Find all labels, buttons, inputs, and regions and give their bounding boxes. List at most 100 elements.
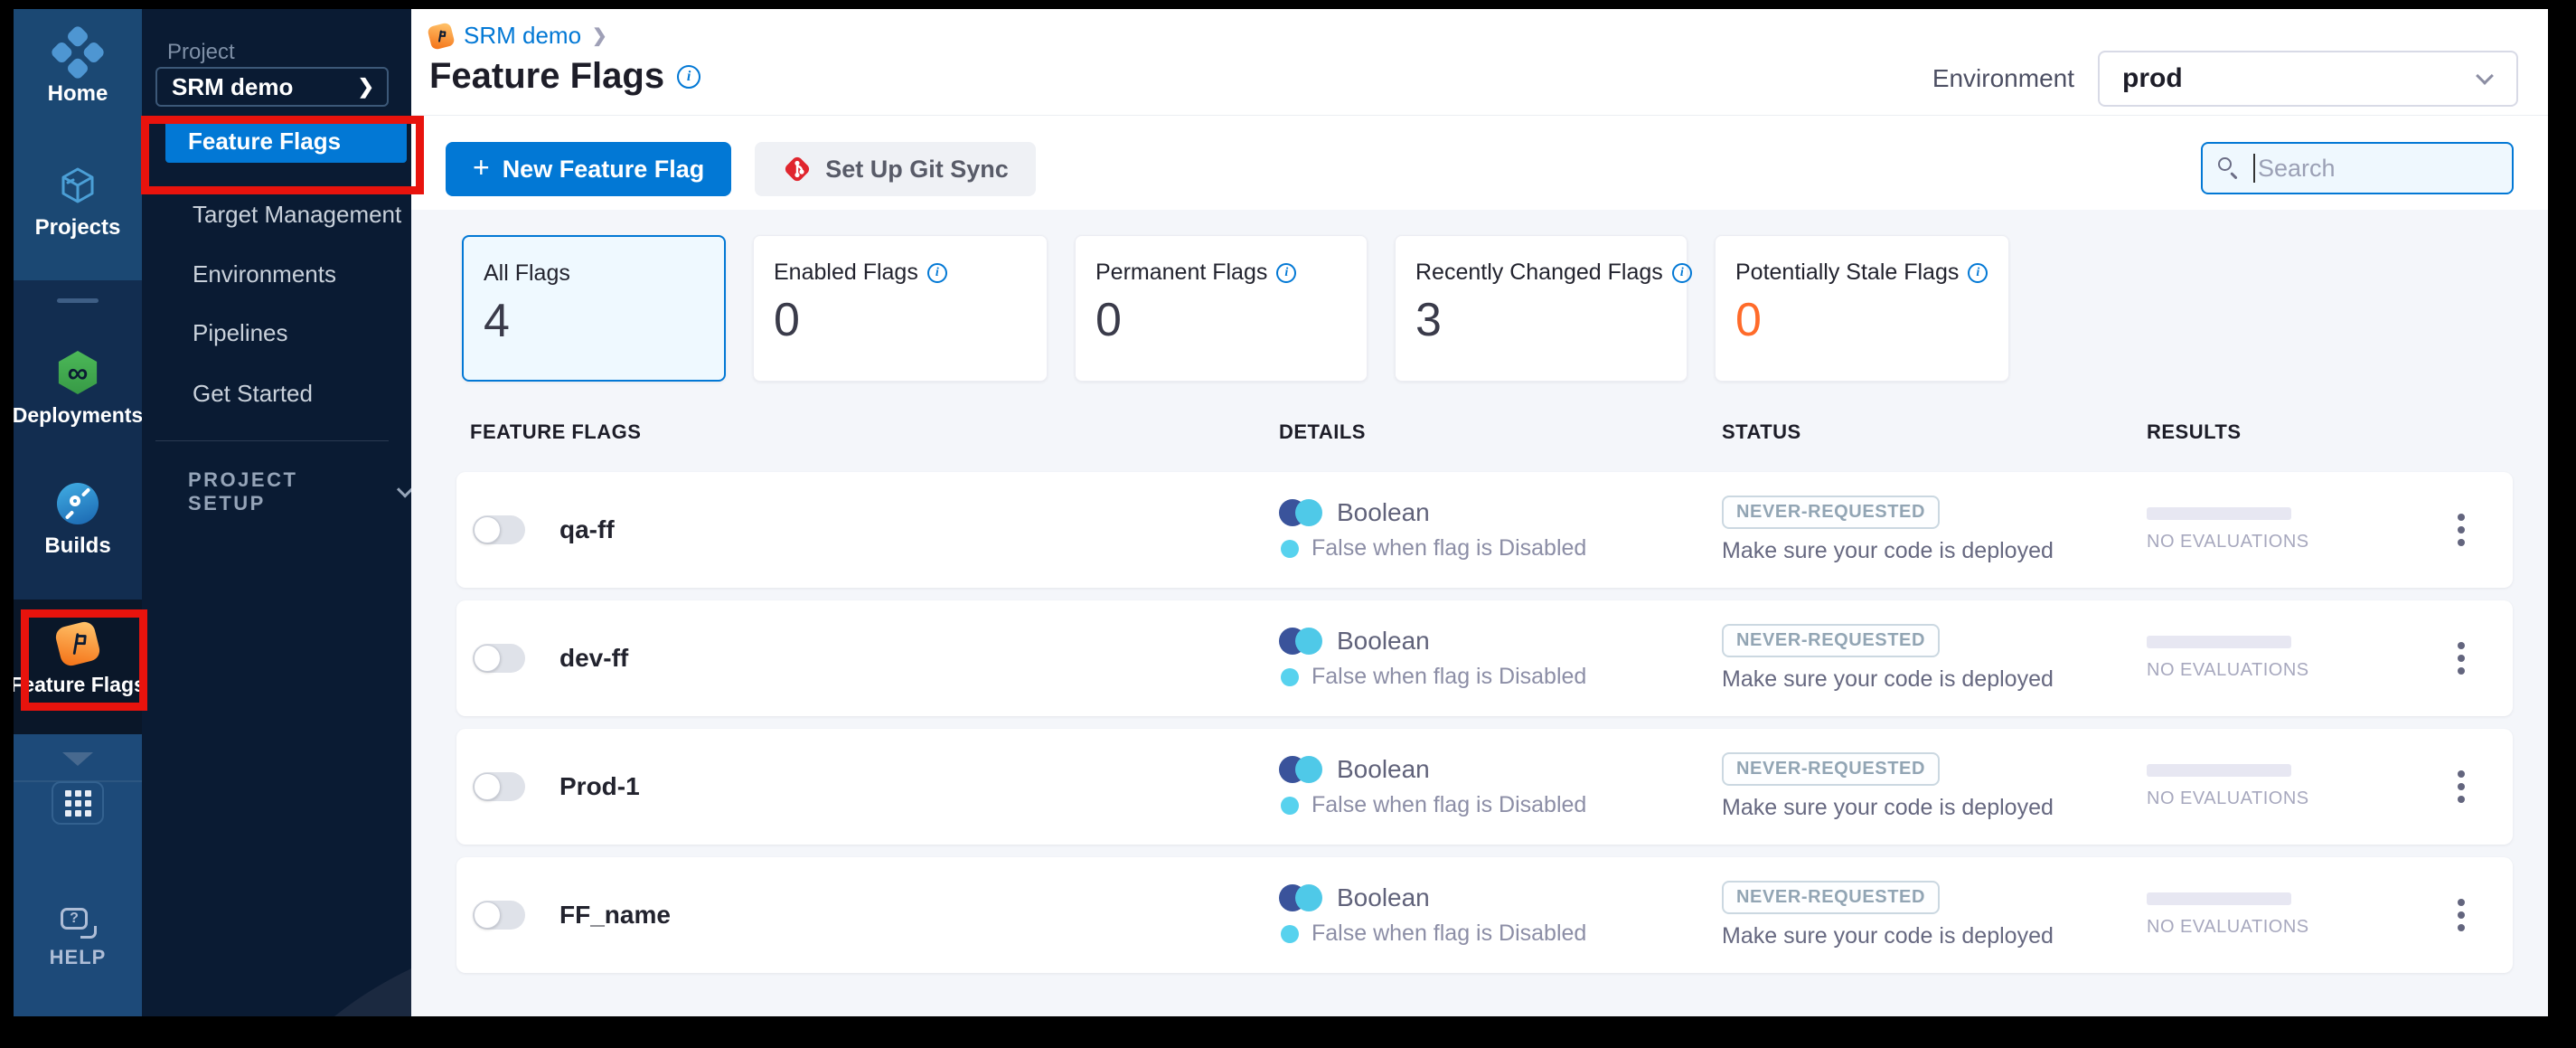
- flag-name[interactable]: FF_name: [559, 901, 671, 930]
- text-cursor: [2253, 154, 2255, 183]
- boolean-type-icon: [1279, 756, 1322, 783]
- nav-deployments-label: Deployments: [14, 403, 144, 427]
- page-header: SRM demo ❯ Feature Flags i Environment p…: [411, 9, 2548, 210]
- flag-toggle[interactable]: [473, 515, 525, 544]
- info-icon[interactable]: i: [1671, 262, 1692, 283]
- status-hint: Make sure your code is deployed: [1722, 538, 2054, 563]
- toggle-knob: [474, 773, 501, 800]
- evaluations-bar: [2147, 636, 2291, 648]
- row-menu-kebab-icon[interactable]: [2452, 893, 2470, 937]
- environment-label: Environment: [1932, 64, 2074, 92]
- project-selector[interactable]: SRM demo ❯: [155, 67, 389, 107]
- enabled-flags-count: 0: [774, 294, 800, 346]
- cube-icon: [61, 167, 94, 203]
- recently-changed-count: 3: [1415, 294, 1442, 346]
- status-hint: Make sure your code is deployed: [1722, 923, 2054, 949]
- row-menu-kebab-icon[interactable]: [2452, 765, 2470, 808]
- info-icon[interactable]: i: [1968, 262, 1988, 283]
- project-section-label: Project: [167, 40, 235, 64]
- row-menu-kebab-icon[interactable]: [2452, 637, 2470, 680]
- sidebar-item-environments[interactable]: Environments: [193, 252, 336, 296]
- row-menu-kebab-icon[interactable]: [2452, 508, 2470, 552]
- chevron-right-icon: ❯: [357, 75, 374, 98]
- results-label: NO EVALUATIONS: [2147, 788, 2309, 808]
- project-sidebar: Project SRM demo ❯ Feature Flags Target …: [142, 9, 411, 1016]
- project-setup-label: PROJECT SETUP: [188, 468, 298, 515]
- plus-icon: +: [473, 151, 490, 184]
- flag-name[interactable]: dev-ff: [559, 644, 628, 673]
- environment-picker: Environment prod: [1932, 51, 2518, 107]
- card-all-flags[interactable]: All Flags 4: [462, 235, 726, 382]
- table-row: FF_name Boolean False when flag is Disab…: [456, 857, 2513, 973]
- evaluations-bar: [2147, 892, 2291, 905]
- set-up-git-sync-button[interactable]: Set Up Git Sync: [755, 142, 1036, 196]
- sidebar-item-feature-flags[interactable]: Feature Flags: [165, 119, 407, 163]
- flag-name[interactable]: Prod-1: [559, 772, 640, 801]
- boolean-type-icon: [1279, 884, 1322, 911]
- variation-dot-icon: [1281, 924, 1299, 943]
- page-title: Feature Flags: [429, 56, 665, 96]
- sidebar-item-get-started[interactable]: Get Started: [193, 372, 313, 415]
- deployments-icon: ∞: [58, 351, 98, 394]
- evaluations-bar: [2147, 764, 2291, 777]
- card-potentially-stale-flags[interactable]: Potentially Stale Flags i 0: [1715, 235, 2009, 382]
- feature-flags-breadcrumb-icon: [427, 21, 456, 51]
- info-icon[interactable]: i: [926, 262, 947, 283]
- rail-divider-dash: [57, 298, 99, 303]
- nav-builds[interactable]: Builds: [14, 483, 142, 559]
- flag-name[interactable]: qa-ff: [559, 515, 615, 544]
- flag-type: Boolean: [1337, 883, 1430, 911]
- help-button[interactable]: ? HELP: [14, 908, 142, 969]
- info-icon[interactable]: i: [1276, 262, 1297, 283]
- chevron-right-icon: ❯: [592, 26, 607, 46]
- nav-home[interactable]: Home: [14, 24, 142, 107]
- variation-dot-icon: [1281, 539, 1299, 558]
- card-enabled-flags[interactable]: Enabled Flags i 0: [753, 235, 1048, 382]
- module-nav-rail: Home Projects ∞ Deployments Builds Featu…: [14, 9, 146, 1016]
- card-recently-changed-flags[interactable]: Recently Changed Flags i 3: [1395, 235, 1692, 382]
- environment-dropdown[interactable]: prod: [2098, 51, 2518, 107]
- breadcrumb-project-link[interactable]: SRM demo: [464, 22, 581, 50]
- flag-toggle[interactable]: [473, 772, 525, 801]
- project-setup-toggle[interactable]: PROJECT SETUP: [188, 468, 411, 515]
- card-permanent-flags[interactable]: Permanent Flags i 0: [1075, 235, 1368, 382]
- toggle-knob: [474, 516, 501, 543]
- flag-toggle[interactable]: [473, 644, 525, 673]
- nav-builds-label: Builds: [44, 533, 111, 558]
- nav-home-label: Home: [47, 81, 108, 106]
- module-grid-button[interactable]: [52, 781, 104, 825]
- column-status: STATUS: [1722, 420, 1801, 443]
- nav-deployments[interactable]: ∞ Deployments: [14, 351, 144, 428]
- search-input[interactable]: Search: [2201, 142, 2514, 194]
- collapse-chevron-icon[interactable]: [62, 752, 93, 766]
- sidebar-decorative-curve: [241, 918, 411, 1016]
- flag-variation: False when flag is Disabled: [1312, 921, 1587, 946]
- feature-flags-icon: [53, 619, 102, 668]
- results-label: NO EVALUATIONS: [2147, 660, 2309, 680]
- nav-feature-flags[interactable]: Feature Flags: [14, 619, 146, 697]
- sidebar-item-target-management[interactable]: Target Management: [193, 193, 401, 236]
- all-flags-count: 4: [484, 295, 510, 347]
- new-feature-flag-button[interactable]: + New Feature Flag: [446, 142, 732, 196]
- summary-cards: All Flags 4 Enabled Flags i 0 Permanent …: [462, 235, 2009, 382]
- nav-projects[interactable]: Projects: [14, 165, 142, 241]
- header-divider: [411, 115, 2548, 116]
- toolbar: + New Feature Flag Set Up Git Sync: [446, 142, 1036, 196]
- status-badge: NEVER-REQUESTED: [1722, 881, 1941, 914]
- column-results: RESULTS: [2147, 420, 2242, 443]
- nav-feature-flags-label: Feature Flags: [14, 673, 146, 696]
- app-window: Home Projects ∞ Deployments Builds Featu…: [14, 9, 2548, 1016]
- flag-variation: False when flag is Disabled: [1312, 792, 1587, 817]
- status-hint: Make sure your code is deployed: [1722, 795, 2054, 820]
- permanent-flags-count: 0: [1095, 294, 1122, 346]
- status-hint: Make sure your code is deployed: [1722, 666, 2054, 692]
- sidebar-item-pipelines[interactable]: Pipelines: [193, 311, 288, 354]
- info-icon[interactable]: i: [677, 64, 701, 89]
- grid-icon: [64, 789, 91, 817]
- help-chat-icon: ?: [59, 908, 97, 939]
- builds-icon: [57, 483, 99, 524]
- chevron-down-icon: [2476, 67, 2494, 85]
- flag-toggle[interactable]: [473, 901, 525, 930]
- title-row: Feature Flags i: [429, 56, 701, 97]
- screenshot-frame: Home Projects ∞ Deployments Builds Featu…: [0, 0, 2576, 1048]
